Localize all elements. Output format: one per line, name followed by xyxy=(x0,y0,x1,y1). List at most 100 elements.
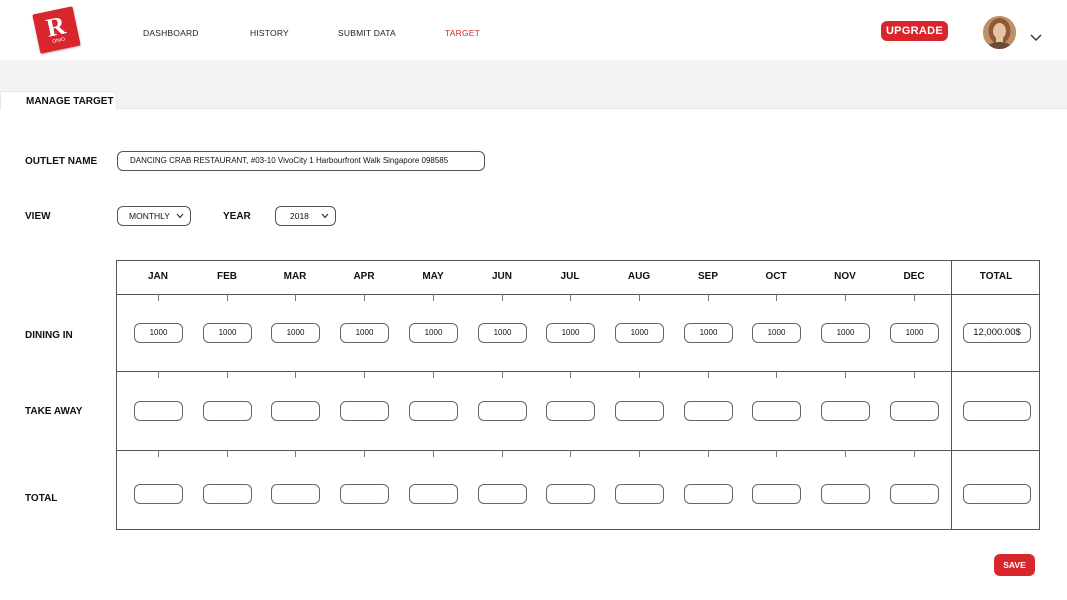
column-header-apr: APR xyxy=(353,271,375,282)
total-oct-field[interactable] xyxy=(752,484,801,504)
column-header-feb: FEB xyxy=(217,271,237,282)
column-tick xyxy=(502,450,503,457)
dining-in-jun-field[interactable]: 1000 xyxy=(478,323,527,343)
total-apr-field[interactable] xyxy=(340,484,389,504)
take-away-nov-field[interactable] xyxy=(821,401,870,421)
chevron-down-icon xyxy=(176,213,184,219)
column-tick xyxy=(502,371,503,378)
total-feb-field[interactable] xyxy=(203,484,252,504)
take-away-dec-field[interactable] xyxy=(890,401,939,421)
column-tick xyxy=(295,450,296,457)
dining-in-nov-field[interactable]: 1000 xyxy=(821,323,870,343)
total-jan-field[interactable] xyxy=(134,484,183,504)
column-header-nov: NOV xyxy=(834,271,856,282)
total-aug-field[interactable] xyxy=(615,484,664,504)
upgrade-button[interactable]: UPGRADE xyxy=(881,21,948,41)
column-tick xyxy=(639,294,640,301)
column-header-mar: MAR xyxy=(283,271,307,282)
nav-submit-data[interactable]: SUBMIT DATA xyxy=(338,28,396,38)
column-tick xyxy=(845,371,846,378)
column-header-total: TOTAL xyxy=(979,271,1013,282)
column-tick xyxy=(158,294,159,301)
take-away-jun-field[interactable] xyxy=(478,401,527,421)
column-tick xyxy=(295,371,296,378)
column-tick xyxy=(158,371,159,378)
column-tick xyxy=(914,371,915,378)
take-away-aug-field[interactable] xyxy=(615,401,664,421)
view-label: VIEW xyxy=(25,211,51,222)
view-select[interactable]: MONTHLY xyxy=(117,206,191,226)
nav-dashboard[interactable]: DASHBOARD xyxy=(143,28,199,38)
chevron-down-icon[interactable] xyxy=(1030,29,1042,41)
column-tick xyxy=(570,371,571,378)
subheader-band xyxy=(0,60,1067,109)
nav-target[interactable]: TARGET xyxy=(445,28,480,38)
column-tick xyxy=(502,294,503,301)
column-tick xyxy=(433,450,434,457)
outlet-name-field[interactable]: DANCING CRAB RESTAURANT, #03-10 VivoCity… xyxy=(117,151,485,171)
column-tick xyxy=(914,294,915,301)
take-away-apr-field[interactable] xyxy=(340,401,389,421)
column-tick xyxy=(227,371,228,378)
total-nov-field[interactable] xyxy=(821,484,870,504)
dining-in-apr-field[interactable]: 1000 xyxy=(340,323,389,343)
column-tick xyxy=(845,294,846,301)
total-mar-field[interactable] xyxy=(271,484,320,504)
take-away-sep-field[interactable] xyxy=(684,401,733,421)
chevron-down-icon xyxy=(321,213,329,219)
column-tick xyxy=(708,450,709,457)
grand-total-field[interactable] xyxy=(963,484,1031,504)
tab-manage-target[interactable]: MANAGE TARGET xyxy=(0,91,117,110)
column-tick xyxy=(364,371,365,378)
total-jun-field[interactable] xyxy=(478,484,527,504)
view-select-value: MONTHLY xyxy=(129,211,170,221)
take-away-jul-field[interactable] xyxy=(546,401,595,421)
column-header-jun: JUN xyxy=(491,271,512,282)
dining-in-may-field[interactable]: 1000 xyxy=(409,323,458,343)
column-tick xyxy=(364,294,365,301)
dining-in-jul-field[interactable]: 1000 xyxy=(546,323,595,343)
column-header-may: MAY xyxy=(422,271,444,282)
dining-in-jan-field[interactable]: 1000 xyxy=(134,323,183,343)
nav-history[interactable]: HISTORY xyxy=(250,28,289,38)
dining-in-mar-field[interactable]: 1000 xyxy=(271,323,320,343)
column-header-oct: OCT xyxy=(765,271,787,282)
column-tick xyxy=(570,450,571,457)
year-select[interactable]: 2018 xyxy=(275,206,336,226)
save-button[interactable]: SAVE xyxy=(994,554,1035,576)
take-away-feb-field[interactable] xyxy=(203,401,252,421)
dining-in-aug-field[interactable]: 1000 xyxy=(615,323,664,343)
column-tick xyxy=(227,450,228,457)
column-tick xyxy=(364,450,365,457)
dining-in-oct-field[interactable]: 1000 xyxy=(752,323,801,343)
take-away-mar-field[interactable] xyxy=(271,401,320,421)
table-divider xyxy=(951,260,952,530)
take-away-total-field[interactable] xyxy=(963,401,1031,421)
column-tick xyxy=(639,371,640,378)
user-avatar[interactable] xyxy=(983,16,1016,49)
column-tick xyxy=(433,371,434,378)
total-jul-field[interactable] xyxy=(546,484,595,504)
take-away-may-field[interactable] xyxy=(409,401,458,421)
row-label-total: TOTAL xyxy=(25,493,58,504)
dining-in-feb-field[interactable]: 1000 xyxy=(203,323,252,343)
row-label-dining-in: DINING IN xyxy=(25,330,73,341)
top-header: R ONIO DASHBOARD HISTORY SUBMIT DATA TAR… xyxy=(0,0,1067,60)
column-tick xyxy=(639,450,640,457)
column-header-aug: AUG xyxy=(627,271,651,282)
take-away-oct-field[interactable] xyxy=(752,401,801,421)
column-header-dec: DEC xyxy=(903,271,925,282)
total-may-field[interactable] xyxy=(409,484,458,504)
column-header-sep: SEP xyxy=(697,271,718,282)
dining-in-total-field[interactable]: 12,000.00$ xyxy=(963,323,1031,343)
year-select-value: 2018 xyxy=(290,211,309,221)
take-away-jan-field[interactable] xyxy=(134,401,183,421)
dining-in-sep-field[interactable]: 1000 xyxy=(684,323,733,343)
brand-logo[interactable]: R ONIO xyxy=(32,6,81,54)
table-divider xyxy=(116,371,1040,372)
total-dec-field[interactable] xyxy=(890,484,939,504)
dining-in-dec-field[interactable]: 1000 xyxy=(890,323,939,343)
year-label: YEAR xyxy=(223,211,251,222)
column-tick xyxy=(227,294,228,301)
total-sep-field[interactable] xyxy=(684,484,733,504)
